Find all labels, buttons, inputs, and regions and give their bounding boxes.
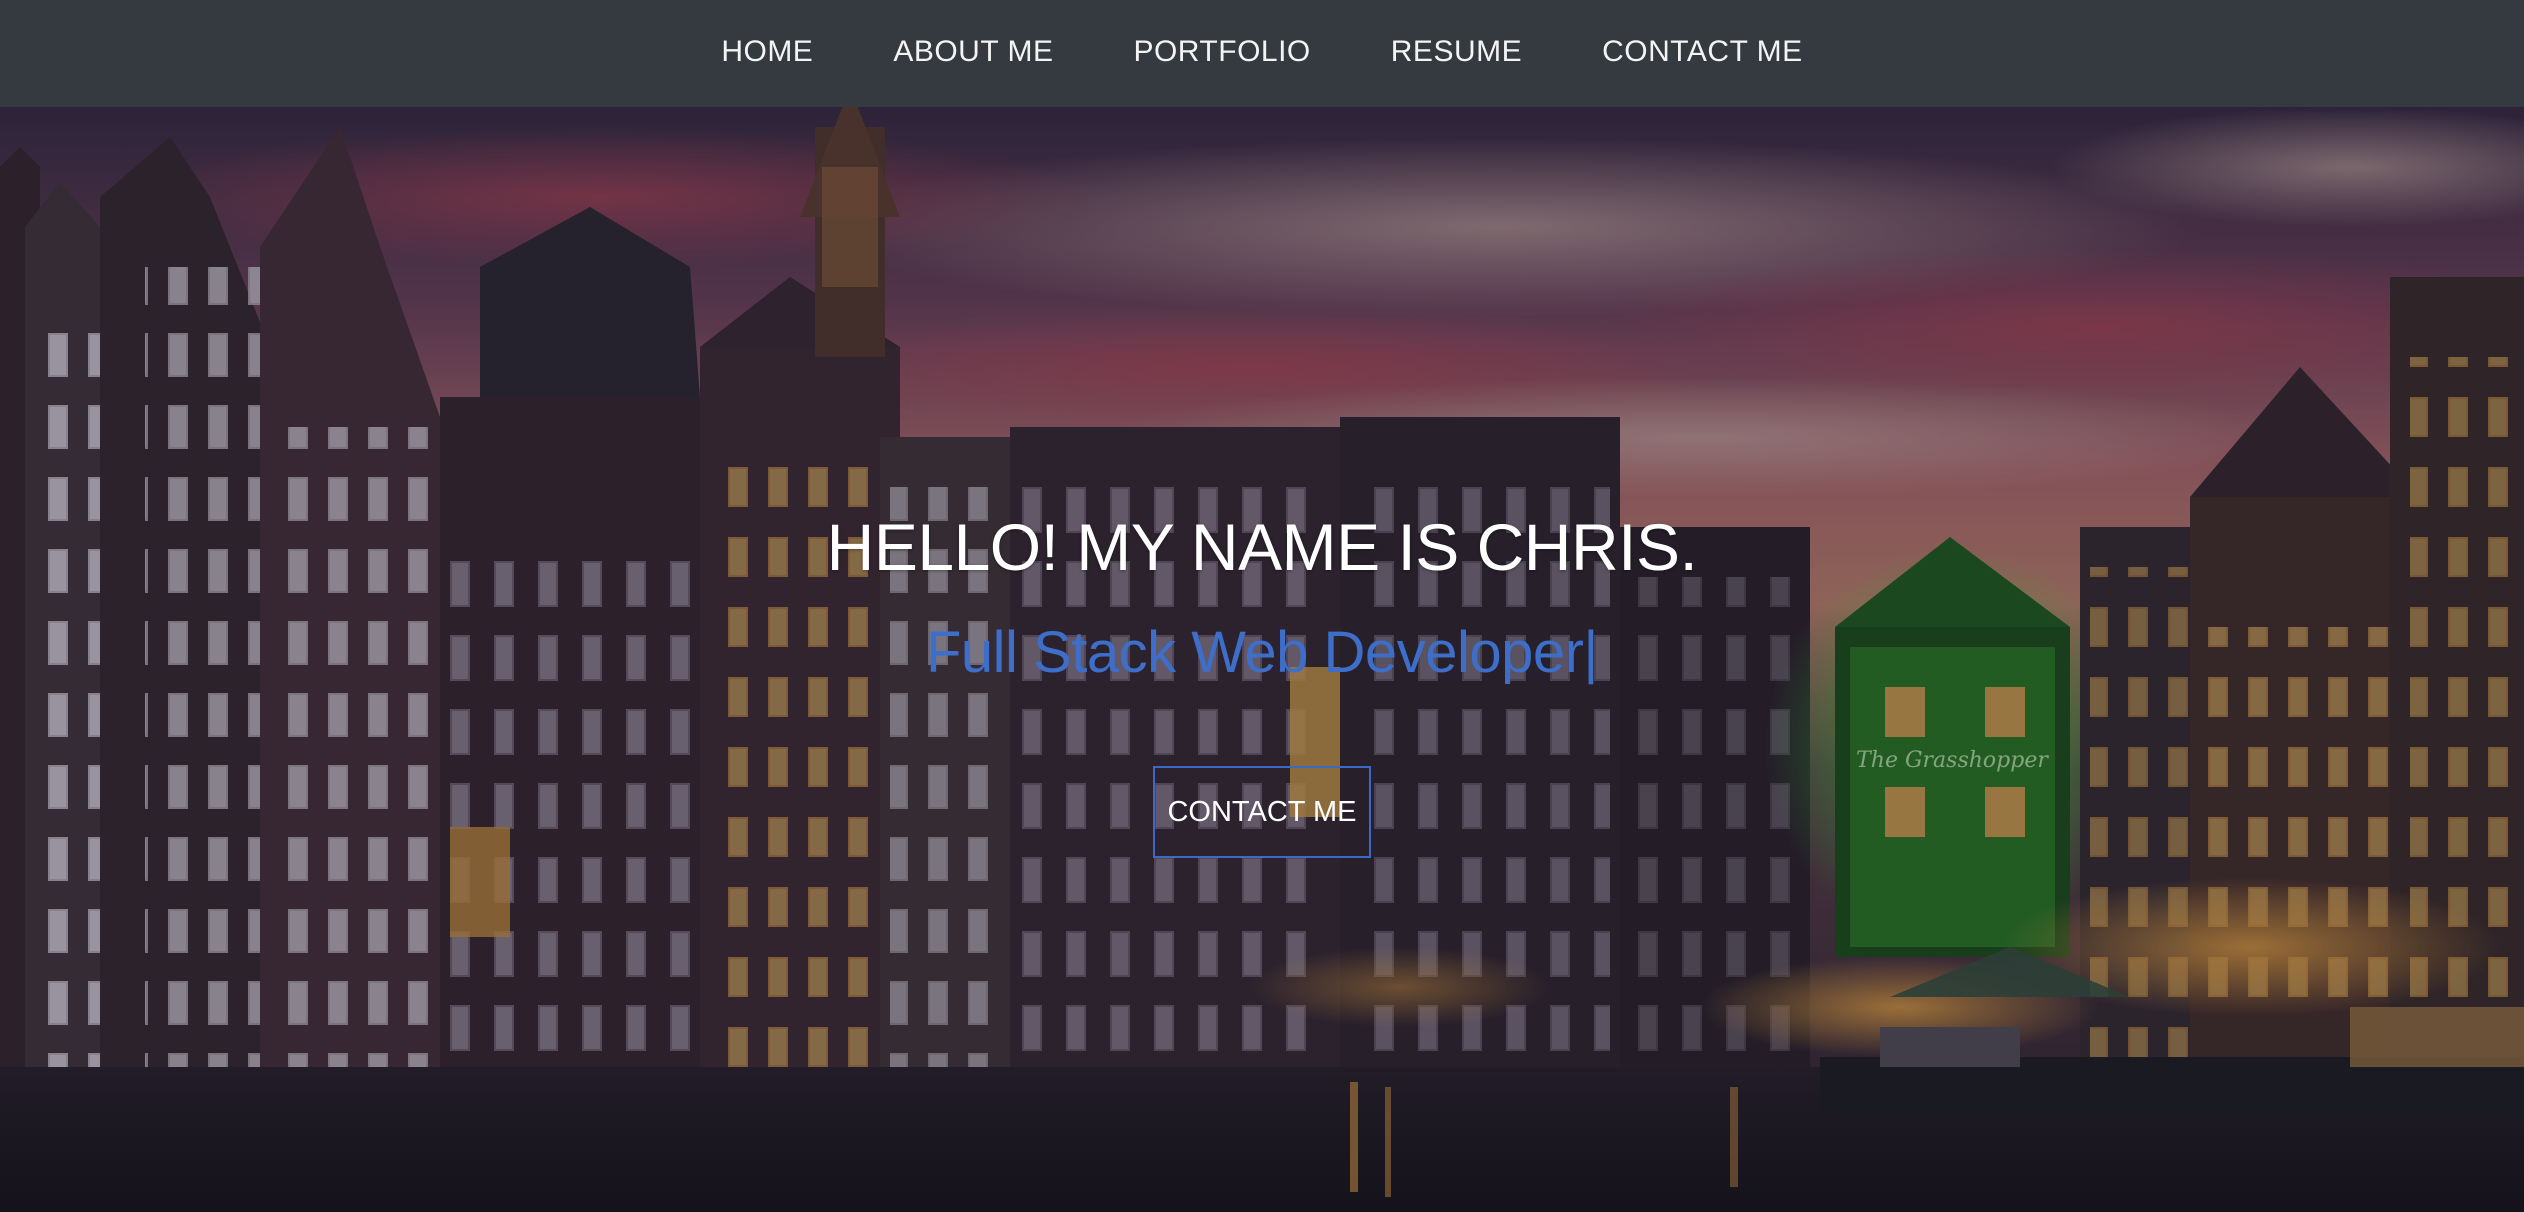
hero-subtitle-text: Full Stack Web Developer <box>925 620 1584 685</box>
hero-section: The Grasshopper HELLO! MY NAME IS CHRIS.… <box>0 107 2524 1212</box>
nav-link-home[interactable]: HOME <box>681 35 853 68</box>
nav-link-resume[interactable]: RESUME <box>1351 35 1562 68</box>
nav-list: HOME ABOUT ME PORTFOLIO RESUME CONTACT M… <box>681 0 1842 109</box>
hero-title: HELLO! MY NAME IS CHRIS. <box>826 510 1698 584</box>
nav-link-about-me[interactable]: ABOUT ME <box>853 35 1093 68</box>
nav-link-portfolio[interactable]: PORTFOLIO <box>1093 35 1350 68</box>
contact-me-button[interactable]: CONTACT ME <box>1153 766 1371 858</box>
page: HOME ABOUT ME PORTFOLIO RESUME CONTACT M… <box>0 0 2524 1212</box>
hero-subtitle: Full Stack Web Developer| <box>0 617 2524 689</box>
typing-cursor: | <box>1583 620 1598 685</box>
nav-link-contact-me[interactable]: CONTACT ME <box>1562 35 1843 68</box>
navbar: HOME ABOUT ME PORTFOLIO RESUME CONTACT M… <box>0 0 2524 107</box>
hero-content: HELLO! MY NAME IS CHRIS. Full Stack Web … <box>0 107 2524 1212</box>
